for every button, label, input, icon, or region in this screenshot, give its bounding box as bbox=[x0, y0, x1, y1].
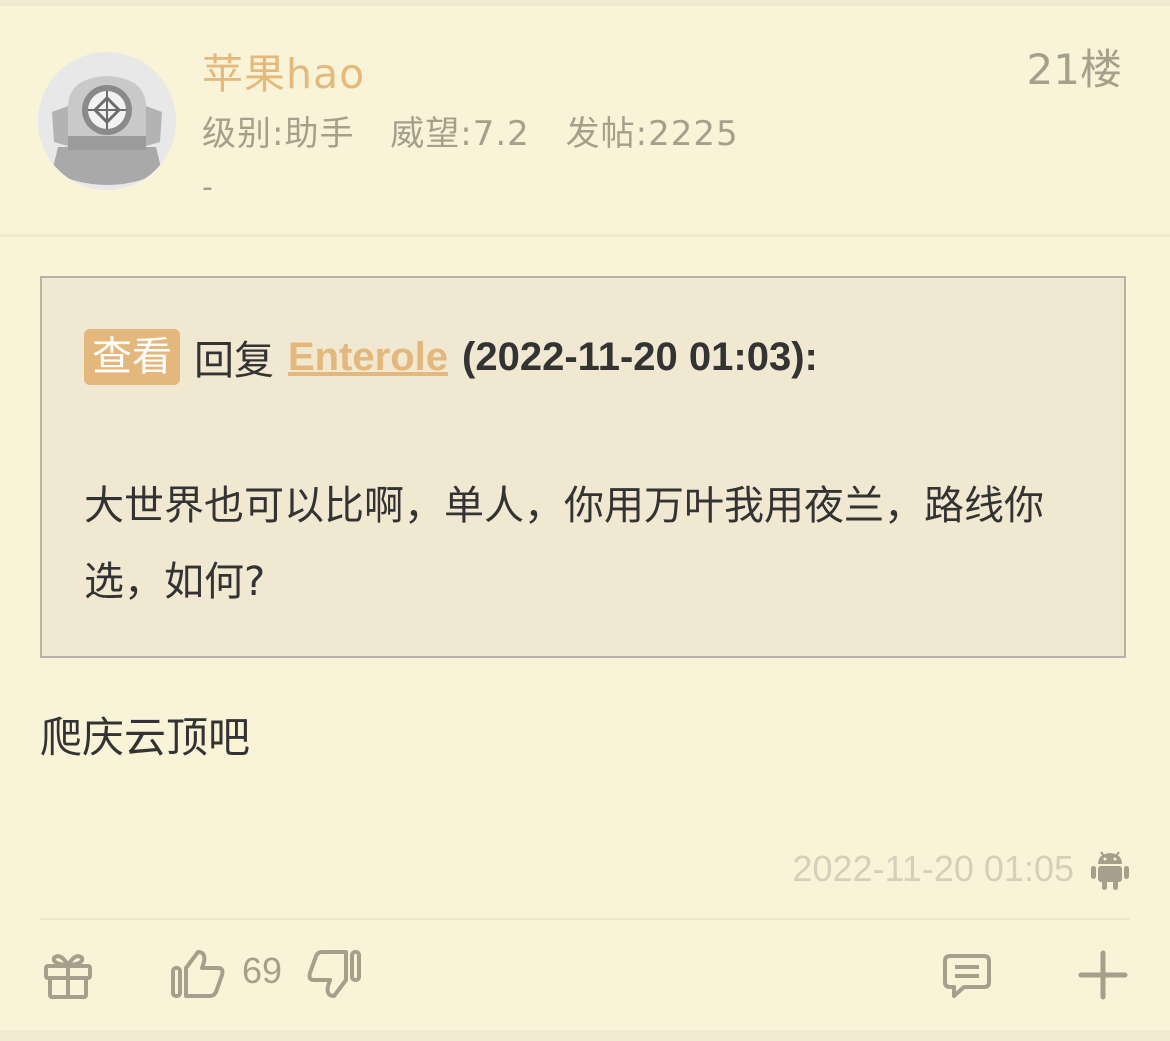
bottom-border bbox=[0, 1030, 1170, 1041]
user-stats: 级别:助手 威望:7.2 发帖:2225 bbox=[202, 106, 763, 155]
reply-label: 回复 bbox=[194, 338, 274, 384]
comment-icon[interactable] bbox=[942, 952, 992, 1000]
quote-block: 查看 回复 Enterole (2022-11-20 01:03): 大世界也可… bbox=[40, 276, 1126, 658]
user-post-count: 发帖:2225 bbox=[565, 114, 739, 154]
header-divider bbox=[0, 234, 1170, 237]
thumbs-up-icon[interactable] bbox=[170, 948, 226, 1000]
username[interactable]: 苹果hao bbox=[202, 40, 365, 100]
thumbs-down-icon[interactable] bbox=[306, 948, 362, 1000]
plus-icon[interactable] bbox=[1078, 950, 1128, 1000]
floor-number: 21楼 bbox=[1026, 45, 1122, 94]
action-divider bbox=[40, 918, 1130, 920]
quote-header: 查看 回复 Enterole (2022-11-20 01:03): bbox=[84, 328, 818, 386]
post-header: 苹果hao 21楼 级别:助手 威望:7.2 发帖:2225 - bbox=[0, 6, 1170, 234]
android-icon bbox=[1091, 851, 1129, 890]
diving-helmet-avatar-icon bbox=[38, 52, 176, 190]
post-timestamp: 2022-11-20 01:05 bbox=[792, 848, 1074, 889]
gift-icon[interactable] bbox=[42, 950, 94, 1000]
quoted-user-link[interactable]: Enterole bbox=[288, 335, 448, 380]
quoted-timestamp: (2022-11-20 01:03): bbox=[462, 334, 818, 379]
user-prestige: 威望:7.2 bbox=[390, 114, 530, 154]
like-count: 69 bbox=[242, 950, 283, 991]
user-signature: - bbox=[202, 170, 213, 205]
view-quote-button[interactable]: 查看 bbox=[84, 329, 180, 385]
quoted-text: 大世界也可以比啊，单人，你用万叶我用夜兰，路线你选，如何? bbox=[84, 483, 1044, 605]
post-content: 爬庆云顶吧 bbox=[40, 713, 251, 762]
avatar[interactable] bbox=[38, 52, 176, 190]
user-level: 级别:助手 bbox=[202, 114, 355, 154]
